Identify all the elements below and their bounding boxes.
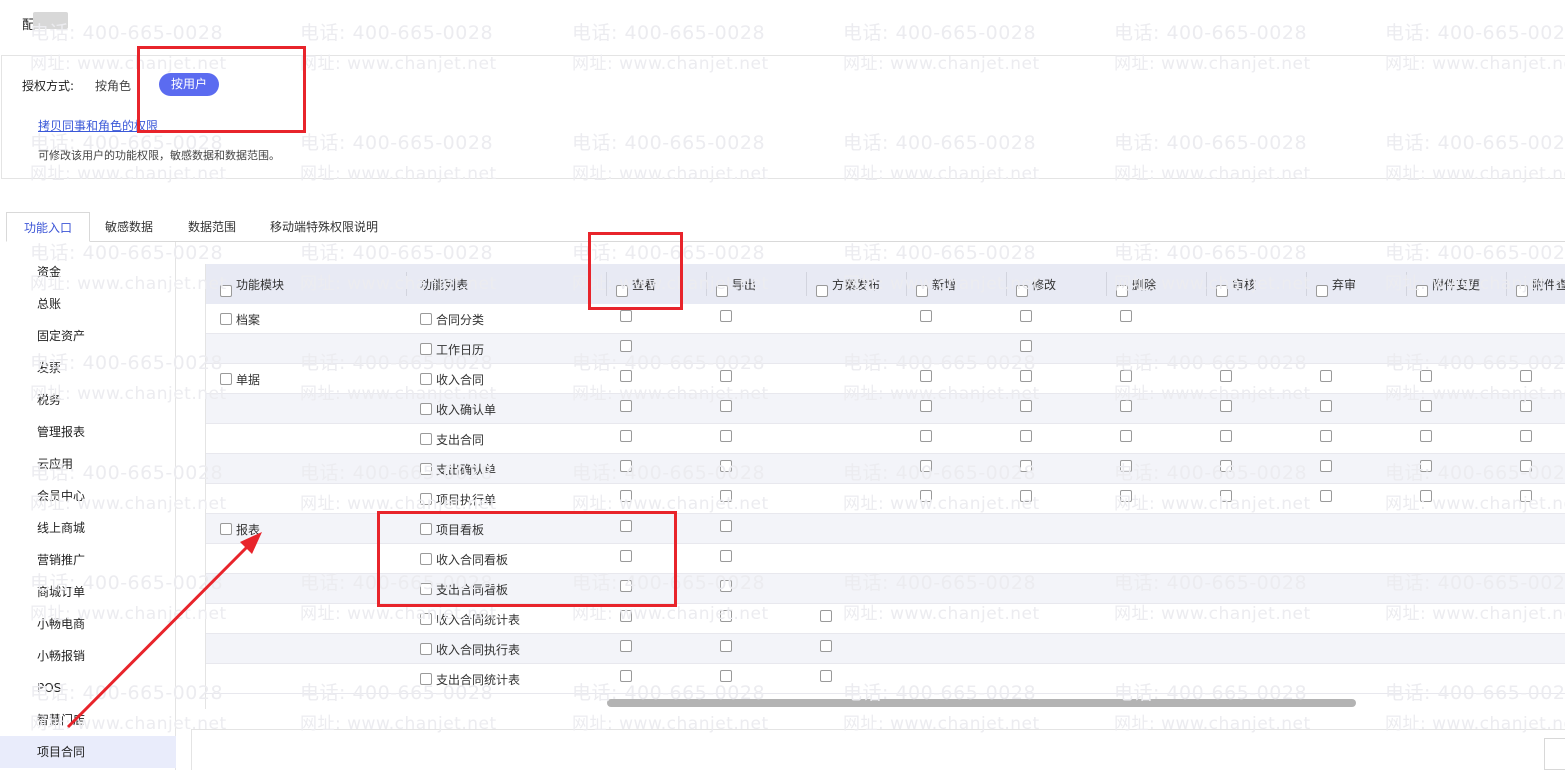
permission-settings-page: { "header": { "title_char": "配" }, "auth… bbox=[0, 0, 1565, 770]
annotation-arrow bbox=[66, 532, 262, 729]
